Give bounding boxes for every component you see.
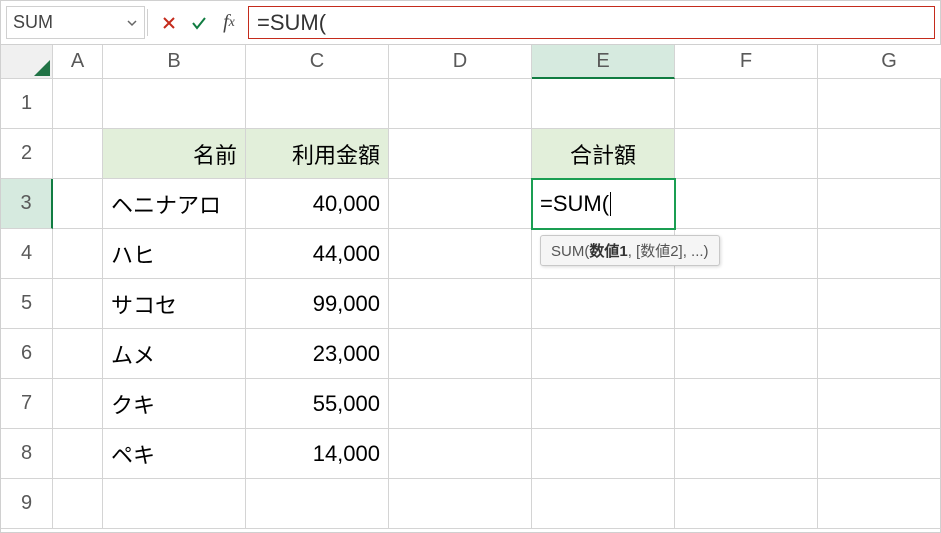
cell-F3[interactable]: [675, 179, 818, 229]
cell-G9[interactable]: [818, 479, 941, 529]
cell-G4[interactable]: [818, 229, 941, 279]
cell-G5[interactable]: [818, 279, 941, 329]
cell-G6[interactable]: [818, 329, 941, 379]
cell-D5[interactable]: [389, 279, 532, 329]
cell-B5[interactable]: サコセ: [103, 279, 246, 329]
cell-C8[interactable]: 14,000: [246, 429, 389, 479]
row-header-2[interactable]: 2: [1, 129, 53, 179]
cell-F6[interactable]: [675, 329, 818, 379]
cell-C1[interactable]: [246, 79, 389, 129]
cell-C6[interactable]: 23,000: [246, 329, 389, 379]
name-box[interactable]: SUM: [6, 6, 145, 39]
cell-A8[interactable]: [53, 429, 103, 479]
text-caret: [610, 192, 611, 216]
col-header-D[interactable]: D: [389, 45, 532, 79]
cell-F1[interactable]: [675, 79, 818, 129]
cell-A6[interactable]: [53, 329, 103, 379]
cell-C2[interactable]: 利用金額: [246, 129, 389, 179]
tooltip-rest: , [数値2], ...): [628, 243, 709, 260]
cell-E5[interactable]: [532, 279, 675, 329]
cell-D2[interactable]: [389, 129, 532, 179]
cell-A5[interactable]: [53, 279, 103, 329]
cell-G7[interactable]: [818, 379, 941, 429]
col-header-E[interactable]: E: [532, 45, 675, 79]
cell-E9[interactable]: [532, 479, 675, 529]
cell-D8[interactable]: [389, 429, 532, 479]
cell-A3[interactable]: [53, 179, 103, 229]
row-header-4[interactable]: 4: [1, 229, 53, 279]
cell-A2[interactable]: [53, 129, 103, 179]
column-headers: ABCDEFG: [53, 45, 941, 79]
cell-D4[interactable]: [389, 229, 532, 279]
col-header-A[interactable]: A: [53, 45, 103, 79]
divider: [147, 9, 148, 36]
cell-E8[interactable]: [532, 429, 675, 479]
col-header-F[interactable]: F: [675, 45, 818, 79]
cell-D3[interactable]: [389, 179, 532, 229]
cells-area: 名前利用金額 合計額ヘニナアロ40,000 =SUM( ハヒ44,000サコセ99,0…: [53, 79, 941, 529]
cell-E6[interactable]: [532, 329, 675, 379]
formula-bar-buttons: fx: [150, 6, 248, 39]
row-header-3[interactable]: 3: [1, 179, 53, 229]
row-header-9[interactable]: 9: [1, 479, 53, 529]
cell-B2[interactable]: 名前: [103, 129, 246, 179]
spreadsheet-grid: ABCDEFG 123456789 名前利用金額 合計額ヘニナアロ40,000 =S…: [1, 45, 940, 532]
cell-D1[interactable]: [389, 79, 532, 129]
tooltip-fn: SUM: [551, 243, 584, 260]
cell-D7[interactable]: [389, 379, 532, 429]
cell-E1[interactable]: [532, 79, 675, 129]
select-all-button[interactable]: [1, 45, 53, 79]
cancel-icon[interactable]: [154, 6, 184, 39]
row-header-7[interactable]: 7: [1, 379, 53, 429]
col-header-B[interactable]: B: [103, 45, 246, 79]
function-tooltip: SUM(数値1, [数値2], ...): [540, 235, 720, 266]
cell-B6[interactable]: ムメ: [103, 329, 246, 379]
cell-B9[interactable]: [103, 479, 246, 529]
cell-B8[interactable]: ペキ: [103, 429, 246, 479]
cell-F8[interactable]: [675, 429, 818, 479]
cell-A9[interactable]: [53, 479, 103, 529]
cell-E7[interactable]: [532, 379, 675, 429]
cell-A7[interactable]: [53, 379, 103, 429]
cell-B7[interactable]: クキ: [103, 379, 246, 429]
formula-input[interactable]: =SUM(: [248, 6, 935, 39]
cell-C3[interactable]: 40,000: [246, 179, 389, 229]
cell-G1[interactable]: [818, 79, 941, 129]
cell-G2[interactable]: [818, 129, 941, 179]
chevron-down-icon[interactable]: [126, 17, 138, 29]
cell-A4[interactable]: [53, 229, 103, 279]
cell-C9[interactable]: [246, 479, 389, 529]
formula-text: =SUM(: [257, 10, 326, 36]
cell-B1[interactable]: [103, 79, 246, 129]
cell-D9[interactable]: [389, 479, 532, 529]
formula-bar: SUM fx =SUM(: [1, 1, 940, 45]
enter-icon[interactable]: [184, 6, 214, 39]
name-box-value: SUM: [13, 12, 53, 33]
row-header-1[interactable]: 1: [1, 79, 53, 129]
col-header-G[interactable]: G: [818, 45, 941, 79]
cell-F7[interactable]: [675, 379, 818, 429]
row-headers: 123456789: [1, 79, 53, 529]
col-header-C[interactable]: C: [246, 45, 389, 79]
fx-icon[interactable]: fx: [214, 6, 244, 39]
cell-B4[interactable]: ハヒ: [103, 229, 246, 279]
cell-F5[interactable]: [675, 279, 818, 329]
row-header-6[interactable]: 6: [1, 329, 53, 379]
cell-C4[interactable]: 44,000: [246, 229, 389, 279]
cell-G3[interactable]: [818, 179, 941, 229]
cell-E2[interactable]: 合計額: [532, 129, 675, 179]
cell-F2[interactable]: [675, 129, 818, 179]
cell-B3[interactable]: ヘニナアロ: [103, 179, 246, 229]
row-header-8[interactable]: 8: [1, 429, 53, 479]
cell-G8[interactable]: [818, 429, 941, 479]
cell-A1[interactable]: [53, 79, 103, 129]
tooltip-arg1: 数値1: [589, 243, 627, 260]
cell-C5[interactable]: 99,000: [246, 279, 389, 329]
cell-D6[interactable]: [389, 329, 532, 379]
cell-F9[interactable]: [675, 479, 818, 529]
cell-C7[interactable]: 55,000: [246, 379, 389, 429]
row-header-5[interactable]: 5: [1, 279, 53, 329]
cell-E3[interactable]: =SUM(: [532, 179, 675, 229]
